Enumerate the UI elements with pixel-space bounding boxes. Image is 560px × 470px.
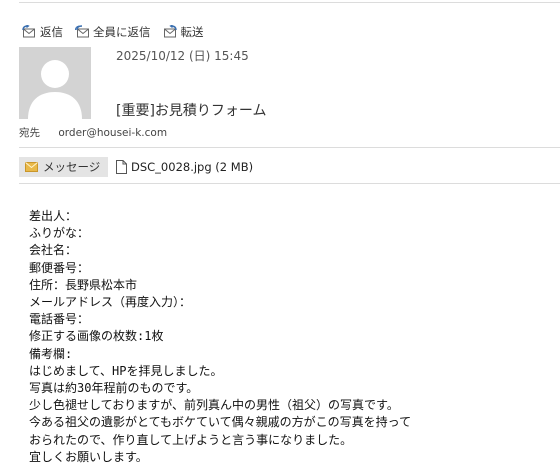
recipient-row: 宛先 order@housei-k.com [19,125,167,140]
reply-icon [22,25,35,38]
header-divider [19,147,560,148]
body-line: メールアドレス（再度入力）： [29,295,192,310]
attachment-item[interactable]: DSC_0028.jpg (2 MB) [116,160,253,174]
file-icon [116,160,127,174]
email-subject: [重要]お見積りフォーム [116,103,267,119]
body-line: おられたので、作り直して上げようと言う事になりました。 [29,432,353,447]
avatar [19,47,91,119]
body-line: 会社名： [29,243,78,258]
body-line: 今ある祖父の遺影がとてもボケていて偶々親戚の方がこの写真を持って [29,415,412,430]
reply-all-button[interactable]: 全員に返信 [75,24,151,40]
body-line: 少し色褪せしておりますが、前列真ん中の男性（祖父）の写真です。 [29,398,399,413]
body-line: 修正する画像の枚数:1枚 [29,329,164,344]
body-line: 宜しくお願いします。 [29,449,148,464]
body-line: はじめまして、HPを拝見しました。 [29,363,223,378]
tab-message[interactable]: メッセージ [19,157,108,177]
tab-message-label: メッセージ [43,160,101,174]
body-line: 写真は約30年程前のものです。 [29,381,199,396]
person-silhouette-icon [28,60,82,119]
body-line: 電話番号： [29,312,90,327]
body-line: 備考欄: [29,346,73,361]
reply-button[interactable]: 返信 [22,24,63,40]
to-label: 宛先 [19,127,40,139]
attachment-name: DSC_0028.jpg (2 MB) [131,160,254,174]
forward-label: 転送 [180,25,204,39]
tabs-divider [19,183,560,184]
sent-date: 2025/10/12 (日) 15:45 [116,49,249,63]
recipient-address[interactable]: order@housei-k.com [58,127,167,139]
reply-all-label: 全員に返信 [93,25,151,39]
reply-label: 返信 [40,25,63,39]
content-tabs: メッセージ DSC_0028.jpg (2 MB) [19,157,253,177]
top-divider [19,2,560,3]
body-line: ふりがな： [29,226,90,241]
forward-icon [163,25,177,38]
body-line: 郵便番号： [29,260,90,275]
body-line: 差出人： [29,209,78,223]
reply-all-icon [75,25,89,38]
email-body: 差出人： ふりがな： 会社名： 郵便番号： 住所：長野県松本市メールアドレス（再度入力）… [29,208,411,466]
message-toolbar: 返信 全員に返信 転送 [22,24,204,40]
envelope-icon [25,162,38,172]
forward-button[interactable]: 転送 [163,24,204,40]
body-line: 住所：長野県松本市 [29,277,138,292]
